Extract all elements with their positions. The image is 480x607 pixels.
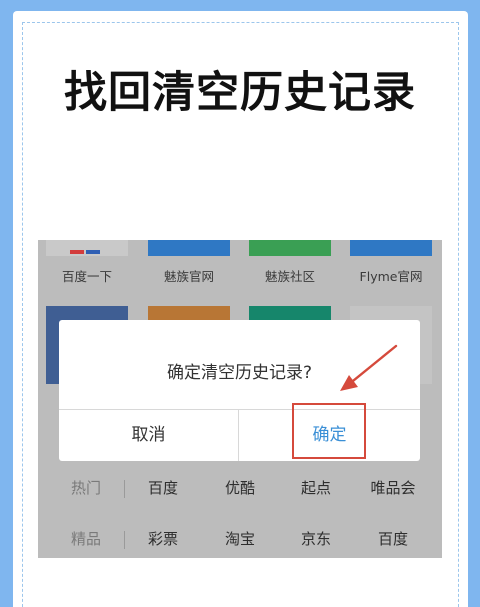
tag-separator [124,480,125,498]
annotation-arrow-icon [340,344,398,391]
tag-row-head-hot: 热门 [70,479,101,497]
tag-separator [124,531,125,549]
tag-item[interactable]: 百度 [142,477,184,498]
tag-row-head-featured: 精品 [70,530,101,548]
tag-item[interactable]: 京东 [295,528,337,549]
browser-screenshot: 百度一下 魅族官网 魅族社区 Flyme官网 确定清空历史记录? 取消 确定 热… [38,240,442,558]
tag-row-featured: 精品 彩票 淘宝 京东 百度 [38,525,442,555]
tag-item[interactable]: 唯品会 [363,477,423,498]
tag-item[interactable]: 百度 [372,528,414,549]
tag-row-hot: 热门 百度 优酷 起点 唯品会 [38,474,442,504]
page-title: 找回清空历史记录 [64,68,416,118]
tag-item[interactable]: 彩票 [142,528,184,549]
tag-item[interactable]: 起点 [295,477,337,498]
tag-item[interactable]: 淘宝 [219,528,261,549]
tag-item[interactable]: 优酷 [219,477,261,498]
